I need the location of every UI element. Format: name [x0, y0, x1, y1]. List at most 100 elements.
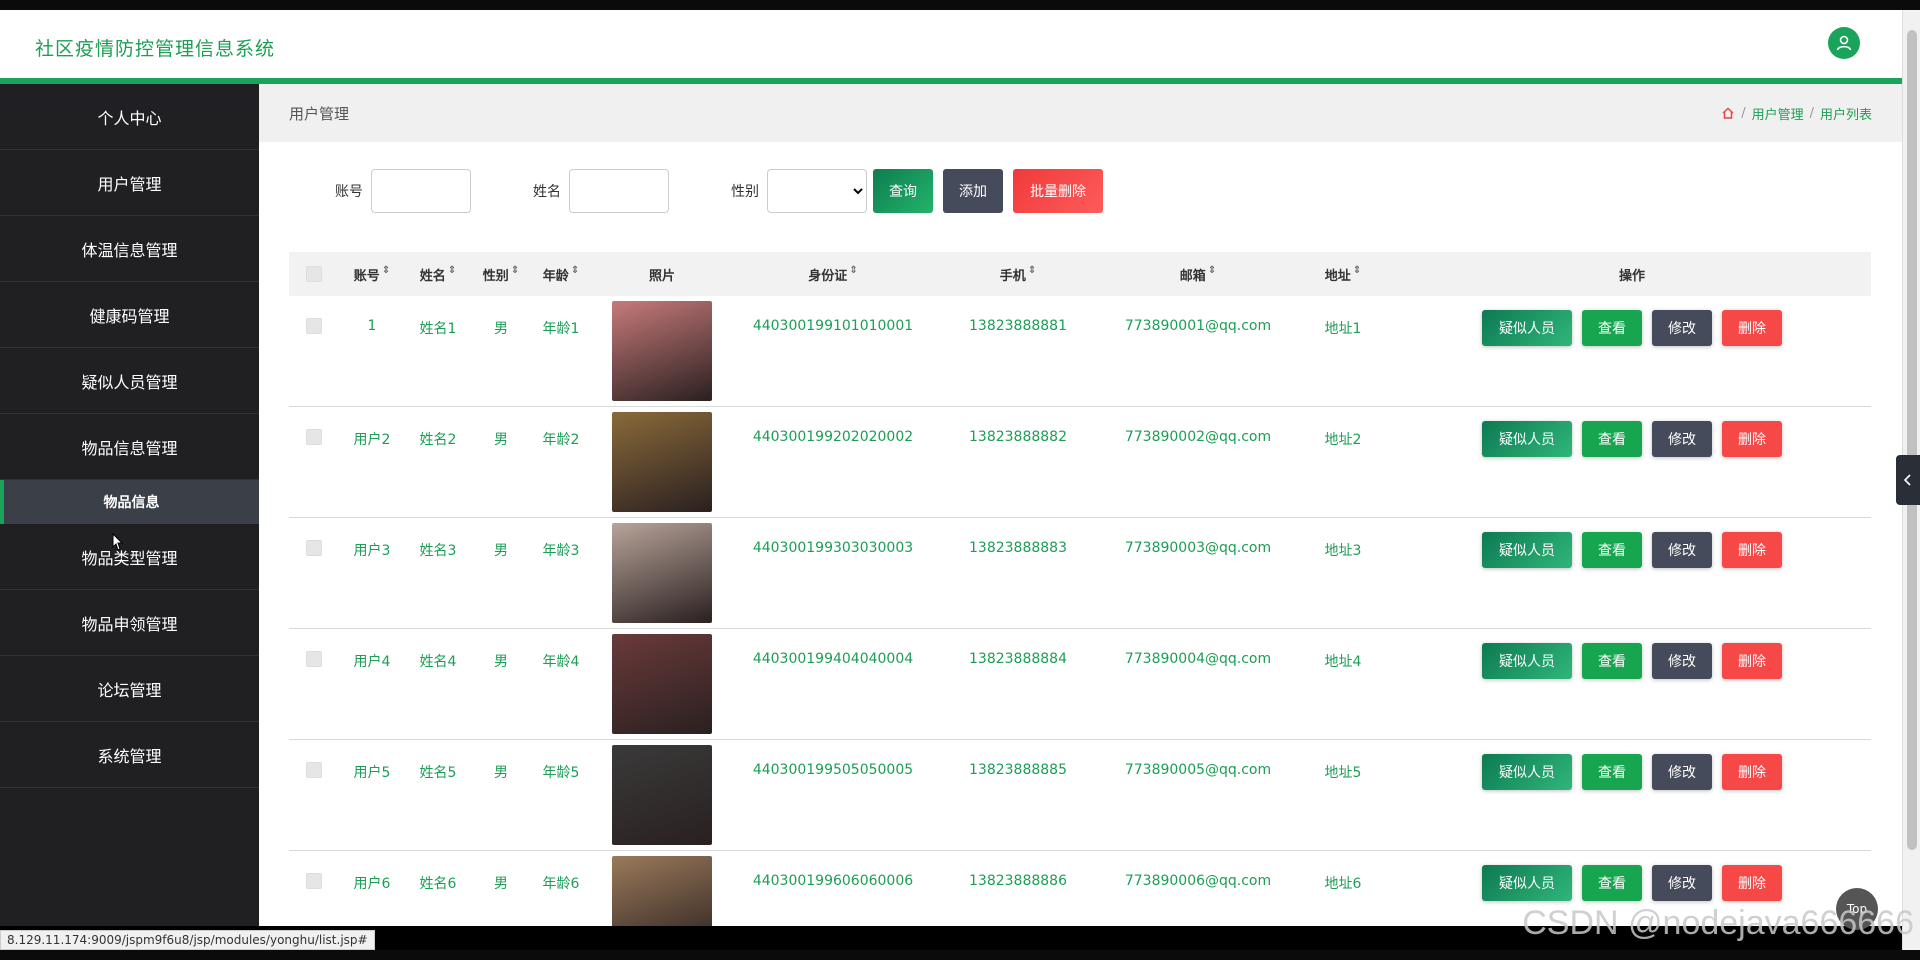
- sidebar-item-4[interactable]: 疑似人员管理: [0, 348, 259, 414]
- mouse-cursor-icon: [112, 533, 124, 551]
- delete-button[interactable]: 删除: [1722, 754, 1782, 790]
- edit-button[interactable]: 修改: [1652, 532, 1712, 568]
- suspect-button[interactable]: 疑似人员: [1482, 532, 1572, 568]
- delete-button[interactable]: 删除: [1722, 643, 1782, 679]
- cell-name: 姓名1: [419, 321, 457, 337]
- cell-address: 地址3: [1324, 543, 1362, 559]
- cell-age: 年龄6: [542, 876, 580, 892]
- view-button[interactable]: 查看: [1582, 865, 1642, 901]
- sidebar-item-0[interactable]: 个人中心: [0, 84, 259, 150]
- delete-button[interactable]: 删除: [1722, 532, 1782, 568]
- edit-button[interactable]: 修改: [1652, 643, 1712, 679]
- cell-id-card: 440300199505050005: [752, 762, 914, 778]
- cell-account: 用户2: [353, 432, 391, 448]
- view-button[interactable]: 查看: [1582, 643, 1642, 679]
- cell-gender: 男: [494, 765, 508, 781]
- sidebar-item-3[interactable]: 健康码管理: [0, 282, 259, 348]
- delete-button[interactable]: 删除: [1722, 421, 1782, 457]
- cell-account: 1: [367, 318, 377, 334]
- table-row: 用户5 姓名5 男 年龄5 440300199505050005 13823888885 7…: [289, 740, 1871, 851]
- row-checkbox[interactable]: [306, 429, 322, 445]
- user-photo[interactable]: [612, 745, 712, 845]
- sidebar-item-5[interactable]: 物品信息管理: [0, 414, 259, 480]
- account-input[interactable]: [371, 169, 471, 213]
- query-button[interactable]: 查询: [873, 169, 933, 213]
- cell-phone: 13823888882: [969, 429, 1067, 445]
- view-button[interactable]: 查看: [1582, 754, 1642, 790]
- gender-select[interactable]: [767, 169, 867, 213]
- user-icon: [1836, 35, 1852, 51]
- sidebar-item-8[interactable]: 物品申领管理: [0, 590, 259, 656]
- name-label: 姓名: [533, 184, 561, 200]
- user-photo[interactable]: [612, 856, 712, 926]
- select-all-checkbox[interactable]: [306, 266, 322, 282]
- edit-button[interactable]: 修改: [1652, 754, 1712, 790]
- breadcrumb-separator: /: [1741, 105, 1746, 121]
- header-gender[interactable]: 性别 ⇕: [471, 265, 531, 284]
- name-input[interactable]: [569, 169, 669, 213]
- page-title: 用户管理: [289, 104, 350, 123]
- user-photo[interactable]: [612, 412, 712, 512]
- row-checkbox[interactable]: [306, 873, 322, 889]
- user-photo[interactable]: [612, 523, 712, 623]
- cell-id-card: 440300199404040004: [752, 651, 914, 667]
- view-button[interactable]: 查看: [1582, 310, 1642, 346]
- main-content: 用户管理 / 用户管理 / 用户列表 账号 姓名 性别 查询 添加 批量删除 账…: [259, 84, 1902, 926]
- sidebar: 个人中心 用户管理 体温信息管理 健康码管理 疑似人员管理 物品信息管理 物品信息 物品类型管…: [0, 84, 259, 926]
- header-account[interactable]: 账号 ⇕: [339, 265, 405, 284]
- suspect-button[interactable]: 疑似人员: [1482, 865, 1572, 901]
- add-button[interactable]: 添加: [943, 169, 1003, 213]
- delete-button[interactable]: 删除: [1722, 865, 1782, 901]
- batch-delete-button[interactable]: 批量删除: [1013, 169, 1103, 213]
- cell-id-card: 440300199303030003: [752, 540, 914, 556]
- header-address[interactable]: 地址 ⇕: [1293, 265, 1393, 284]
- cell-email: 773890002@qq.com: [1124, 429, 1272, 445]
- header-name[interactable]: 姓名 ⇕: [405, 265, 471, 284]
- suspect-button[interactable]: 疑似人员: [1482, 754, 1572, 790]
- user-photo[interactable]: [612, 634, 712, 734]
- header-age[interactable]: 年龄 ⇕: [531, 265, 591, 284]
- sidebar-item-9[interactable]: 论坛管理: [0, 656, 259, 722]
- sidebar-item-2[interactable]: 体温信息管理: [0, 216, 259, 282]
- cell-address: 地址2: [1324, 432, 1362, 448]
- row-checkbox[interactable]: [306, 762, 322, 778]
- header-id-card[interactable]: 身份证 ⇕: [733, 265, 933, 284]
- cell-gender: 男: [494, 432, 508, 448]
- edit-button[interactable]: 修改: [1652, 310, 1712, 346]
- cell-age: 年龄1: [542, 321, 580, 337]
- sidebar-item-1[interactable]: 用户管理: [0, 150, 259, 216]
- row-checkbox[interactable]: [306, 318, 322, 334]
- user-avatar-button[interactable]: [1828, 27, 1860, 59]
- sidebar-subitem-6[interactable]: 物品信息: [0, 480, 259, 524]
- cell-gender: 男: [494, 654, 508, 670]
- cell-address: 地址6: [1324, 876, 1362, 892]
- cell-address: 地址1: [1324, 321, 1362, 337]
- collapse-toggle-button[interactable]: [1896, 455, 1920, 505]
- delete-button[interactable]: 删除: [1722, 310, 1782, 346]
- cell-phone: 13823888883: [969, 540, 1067, 556]
- suspect-button[interactable]: 疑似人员: [1482, 310, 1572, 346]
- cell-name: 姓名3: [419, 543, 457, 559]
- suspect-button[interactable]: 疑似人员: [1482, 643, 1572, 679]
- header-phone[interactable]: 手机 ⇕: [933, 265, 1103, 284]
- view-button[interactable]: 查看: [1582, 421, 1642, 457]
- window-top-edge: [0, 0, 1920, 10]
- edit-button[interactable]: 修改: [1652, 865, 1712, 901]
- suspect-button[interactable]: 疑似人员: [1482, 421, 1572, 457]
- user-photo[interactable]: [612, 301, 712, 401]
- scrollbar-thumb[interactable]: [1907, 30, 1917, 850]
- edit-button[interactable]: 修改: [1652, 421, 1712, 457]
- breadcrumb-user-list[interactable]: 用户列表: [1820, 104, 1872, 123]
- status-bar-url: 8.129.11.174:9009/jspm9f6u8/jsp/modules/…: [0, 930, 375, 950]
- header-operations: 操作: [1618, 268, 1645, 284]
- sidebar-item-10[interactable]: 系统管理: [0, 722, 259, 788]
- row-checkbox[interactable]: [306, 651, 322, 667]
- row-checkbox[interactable]: [306, 540, 322, 556]
- home-icon[interactable]: [1721, 106, 1735, 120]
- header-email[interactable]: 邮箱 ⇕: [1103, 265, 1293, 284]
- cell-gender: 男: [494, 321, 508, 337]
- view-button[interactable]: 查看: [1582, 532, 1642, 568]
- breadcrumb-user-management[interactable]: 用户管理: [1752, 104, 1804, 123]
- sort-icon: ⇕: [1207, 264, 1217, 276]
- sidebar-item-7[interactable]: 物品类型管理: [0, 524, 259, 590]
